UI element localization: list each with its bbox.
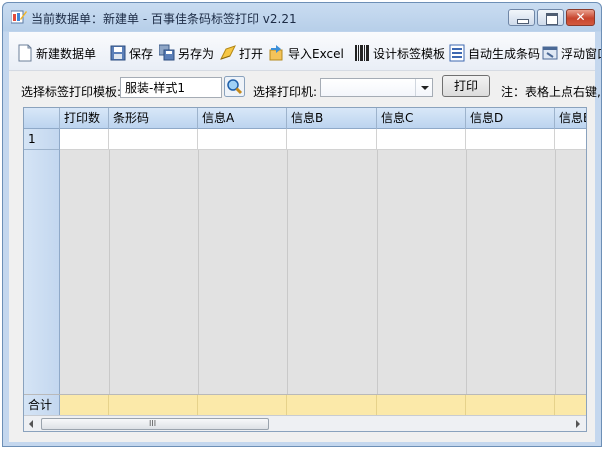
print-button[interactable]: 打印 [442,75,490,97]
save-button[interactable]: 保存 [110,42,153,64]
save-as-button[interactable]: 另存为 [159,42,214,64]
total-label: 合计 [24,395,60,416]
total-cell [466,395,555,416]
maximize-button[interactable] [537,9,564,26]
float-window-button[interactable]: 浮动窗口 [542,42,601,64]
cell-print-count[interactable] [60,129,109,150]
toolbar-label: 保存 [129,46,154,61]
new-data-sheet-button[interactable]: 新建数据单 [17,42,96,64]
scroll-grip-icon: III [149,419,157,428]
total-cell [555,395,586,416]
cell-info-a[interactable] [198,129,287,150]
toolbar-label: 导入Excel [288,46,344,61]
cell-info-d[interactable] [466,129,555,150]
printer-select[interactable] [320,78,433,97]
open-icon [220,45,236,60]
app-window: 当前数据单：新建单 - 百事佳条码标签打印 v2.21 ✕ 新建数据单 保存 另… [2,2,602,447]
column-header[interactable]: 信息C [377,108,466,129]
template-row: 选择标签打印模板: 选择打印机: 打印 注：表格上点右键, [9,72,601,106]
row-header-column [24,129,60,394]
total-cell [109,395,198,416]
column-header[interactable]: 信息B [287,108,377,129]
minimize-button[interactable] [508,9,535,26]
toolbar-label: 打开 [239,46,264,61]
app-icon [11,10,27,24]
open-button[interactable]: 打开 [220,42,263,64]
printer-label: 选择打印机: [253,85,318,99]
total-cell [60,395,109,416]
column-header[interactable]: 信息A [198,108,287,129]
column-divider [466,150,467,394]
close-button[interactable]: ✕ [566,9,595,26]
import-excel-icon [269,45,283,61]
column-divider [555,150,556,394]
search-icon[interactable] [224,76,245,97]
cell-info-b[interactable] [287,129,377,150]
barcode-icon [355,45,369,61]
toolbar-label: 新建数据单 [36,46,97,61]
toolbar-label: 设计标签模板 [373,46,446,61]
client-area: 新建数据单 保存 另存为 打开 导入Excel 设计标签模板 自动生成条码 浮动… [9,32,601,442]
total-cell [287,395,377,416]
template-label: 选择标签打印模板: [21,85,122,99]
float-window-icon [542,46,558,60]
cell-info-c[interactable] [377,129,466,150]
row-number[interactable]: 1 [24,129,60,150]
column-header[interactable]: 信息E [555,108,586,129]
column-divider [198,150,199,394]
cell-info-e[interactable] [555,129,586,150]
auto-generate-barcode-button[interactable]: 自动生成条码 [449,42,540,64]
new-doc-icon [18,44,32,62]
column-header[interactable]: 打印数 [60,108,109,129]
import-excel-button[interactable]: 导入Excel [269,42,344,64]
chevron-down-icon [415,79,432,96]
toolbar: 新建数据单 保存 另存为 打开 导入Excel 设计标签模板 自动生成条码 浮动… [9,32,601,71]
cell-barcode[interactable] [109,129,198,150]
design-template-button[interactable]: 设计标签模板 [354,42,445,64]
column-header[interactable]: 条形码 [109,108,198,129]
close-icon: ✕ [575,10,586,24]
save-icon [110,45,126,61]
total-cell [198,395,287,416]
scroll-thumb[interactable]: III [41,418,269,430]
table-row[interactable] [24,129,586,150]
column-header[interactable]: 信息D [466,108,555,129]
horizontal-scrollbar[interactable]: III [24,415,586,431]
total-row: 合计 [24,394,586,416]
column-divider [377,150,378,394]
save-as-icon [159,44,175,61]
scroll-left-icon[interactable] [24,416,40,431]
total-cell [377,395,466,416]
corner-cell [24,108,60,129]
toolbar-label: 自动生成条码 [468,46,541,61]
window-title: 当前数据单：新建单 - 百事佳条码标签打印 v2.21 [31,12,297,26]
list-icon [449,44,465,62]
column-divider [109,150,110,394]
column-divider [287,150,288,394]
title-bar[interactable]: 当前数据单：新建单 - 百事佳条码标签打印 v2.21 ✕ [3,3,601,31]
data-grid[interactable]: 打印数 条形码 信息A 信息B 信息C 信息D 信息E 1 [23,107,587,432]
template-input[interactable] [120,77,222,98]
right-click-note: 注：表格上点右键, [501,85,601,99]
scroll-right-icon[interactable] [570,416,586,431]
toolbar-label: 浮动窗口 [561,46,601,61]
grid-header: 打印数 条形码 信息A 信息B 信息C 信息D 信息E [24,108,586,129]
toolbar-label: 另存为 [178,46,215,61]
